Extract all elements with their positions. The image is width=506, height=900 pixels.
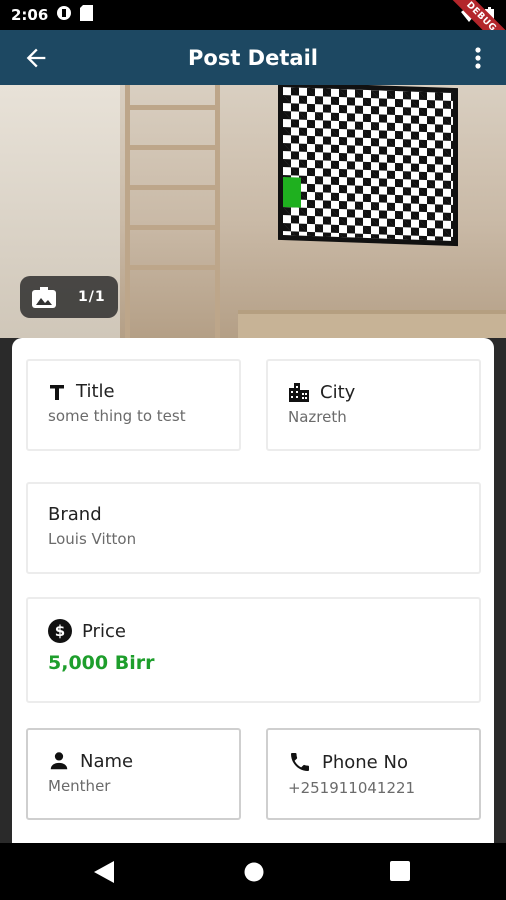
price-label: Price: [82, 620, 126, 642]
system-nav-bar: [0, 843, 506, 900]
phone-icon: [288, 750, 312, 774]
svg-text:$: $: [55, 622, 65, 640]
phone-card[interactable]: Phone No +251911041221: [266, 728, 481, 820]
title-card: Title some thing to test: [26, 359, 241, 451]
photo-counter: 1/1: [78, 289, 106, 305]
city-label: City: [320, 381, 356, 403]
details-sheet: Title some thing to test City Nazreth Br…: [12, 338, 494, 843]
title-label: Title: [76, 381, 115, 402]
name-card: Name Menther: [26, 728, 241, 820]
status-time: 2:06: [11, 6, 49, 24]
notification-icon: [56, 5, 72, 25]
city-value: Nazreth: [288, 408, 347, 426]
brand-label: Brand: [48, 504, 102, 525]
brand-card: Brand Louis Vitton: [26, 482, 481, 574]
price-value: 5,000 Birr: [48, 652, 155, 674]
app-bar: Post Detail: [0, 30, 506, 85]
more-vert-icon[interactable]: [468, 45, 488, 71]
phone-label: Phone No: [322, 751, 408, 773]
sd-card-icon: [80, 5, 94, 25]
city-card: City Nazreth: [266, 359, 481, 451]
person-icon: [48, 750, 70, 772]
price-icon: $: [48, 619, 72, 643]
nav-back-icon[interactable]: [94, 861, 114, 887]
photo-icon: [32, 286, 56, 308]
image-shelf: [125, 85, 220, 338]
title-icon: [48, 383, 66, 401]
image-tv: [278, 85, 458, 247]
nav-recents-icon[interactable]: [390, 861, 410, 885]
image-cabinet: [238, 310, 506, 338]
back-arrow-icon[interactable]: [22, 44, 50, 72]
title-value: some thing to test: [48, 407, 186, 425]
photo-counter-badge[interactable]: 1/1: [20, 276, 118, 318]
brand-value: Louis Vitton: [48, 530, 137, 548]
name-value: Menther: [48, 777, 111, 795]
city-icon: [288, 381, 310, 403]
page-title: Post Detail: [188, 45, 318, 70]
phone-value[interactable]: +251911041221: [288, 779, 479, 797]
name-label: Name: [80, 750, 134, 772]
status-bar: 2:06 DEBUG: [0, 0, 506, 62]
nav-home-icon[interactable]: [243, 861, 265, 887]
price-card: $ Price 5,000 Birr: [26, 597, 481, 703]
